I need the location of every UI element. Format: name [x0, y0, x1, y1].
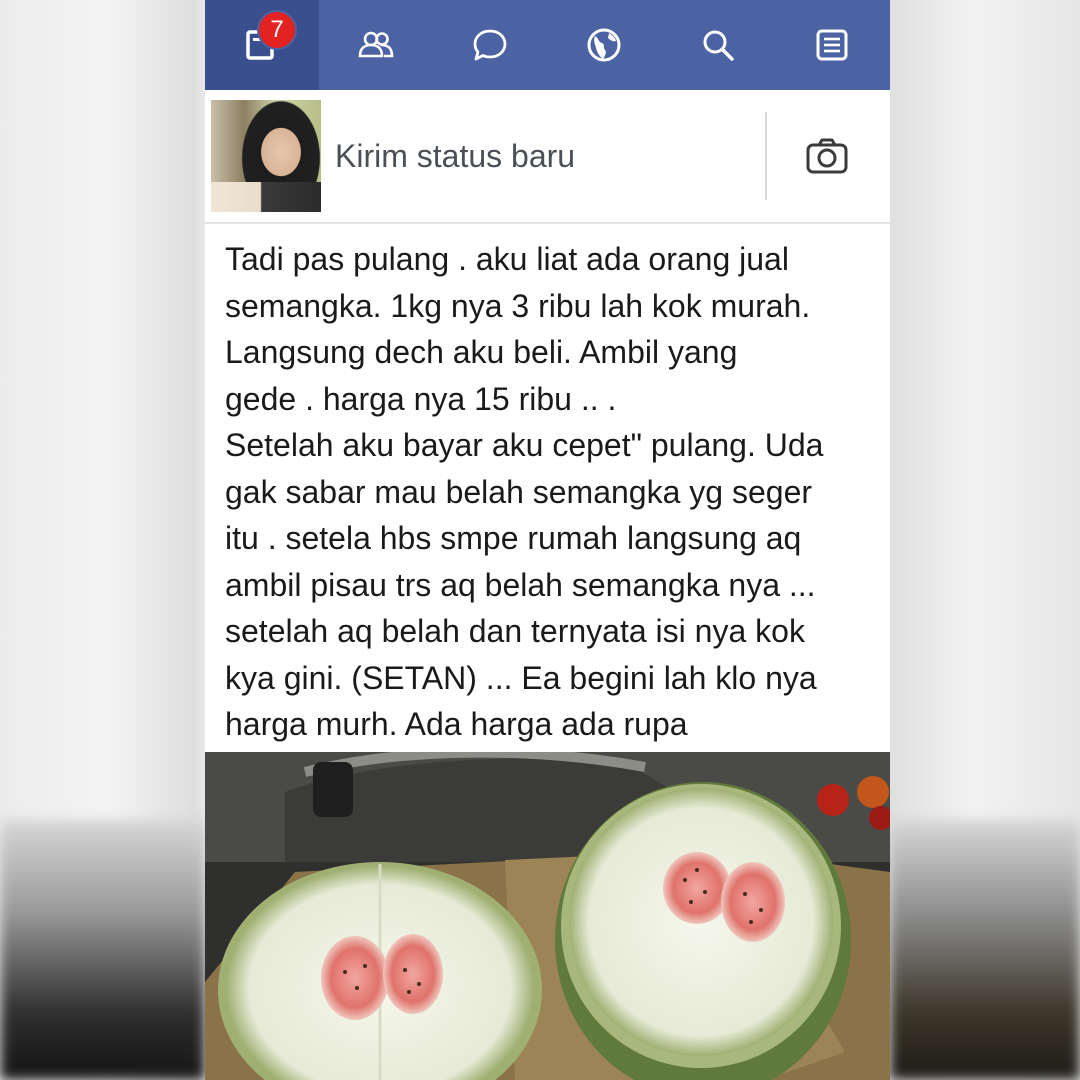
blurred-backdrop-right: [890, 820, 1080, 1080]
post-text-line: Setelah aku bayar aku cepet" pulang. Uda: [225, 427, 824, 463]
avatar[interactable]: [211, 100, 321, 212]
post-text-line: gede . harga nya 15 ribu .. .: [225, 380, 617, 417]
composer-divider: [765, 112, 767, 200]
nav-friends[interactable]: [319, 0, 433, 90]
post-text-line: ambil pisau trs aq belah semangka nya ..…: [225, 566, 816, 603]
post-text-line: Langsung dech aku beli. Ambil yang: [225, 334, 738, 370]
camera-button[interactable]: [805, 136, 849, 176]
post-text-line: itu . setela hbs smpe rumah langsung aq: [225, 520, 802, 556]
status-input-placeholder[interactable]: Kirim status baru: [335, 138, 575, 175]
notification-badge: 7: [257, 10, 297, 50]
post-text: Tadi pas pulang . aku liat ada orang jua…: [225, 236, 875, 748]
camera-icon: [806, 138, 848, 174]
post-photo[interactable]: [205, 752, 890, 1080]
chat-icon: [473, 29, 507, 61]
friends-icon: [358, 31, 394, 58]
status-composer[interactable]: Kirim status baru: [205, 90, 890, 224]
globe-icon: [587, 28, 621, 62]
watermelon-photo: [205, 752, 890, 1080]
post-text-line: harga murh. Ada harga ada rupa: [225, 706, 688, 742]
post-text-line: setelah aq belah dan ternyata isi nya ko…: [225, 613, 805, 649]
top-nav-bar: 7: [205, 0, 890, 90]
blurred-backdrop-left: [0, 820, 205, 1080]
post-text-line: kya gini. (SETAN) ... Ea begini lah klo …: [225, 659, 817, 696]
post-text-line: semangka. 1kg nya 3 ribu lah kok murah.: [225, 287, 811, 324]
menu-list-icon: [816, 29, 848, 61]
nav-messages[interactable]: [433, 0, 547, 90]
search-icon: [703, 30, 734, 61]
nav-more[interactable]: [775, 0, 889, 90]
avatar-shirt: [211, 182, 321, 212]
post-text-line: Tadi pas pulang . aku liat ada orang jua…: [225, 241, 789, 277]
post-text-line: gak sabar mau belah semangka yg seger: [225, 473, 813, 510]
nav-news-feed[interactable]: 7: [205, 0, 319, 90]
phone-screen: 7 Kirim status baru Tadi pas pulang . ak…: [205, 0, 890, 1080]
nav-search[interactable]: [661, 0, 775, 90]
nav-notifications[interactable]: [547, 0, 661, 90]
